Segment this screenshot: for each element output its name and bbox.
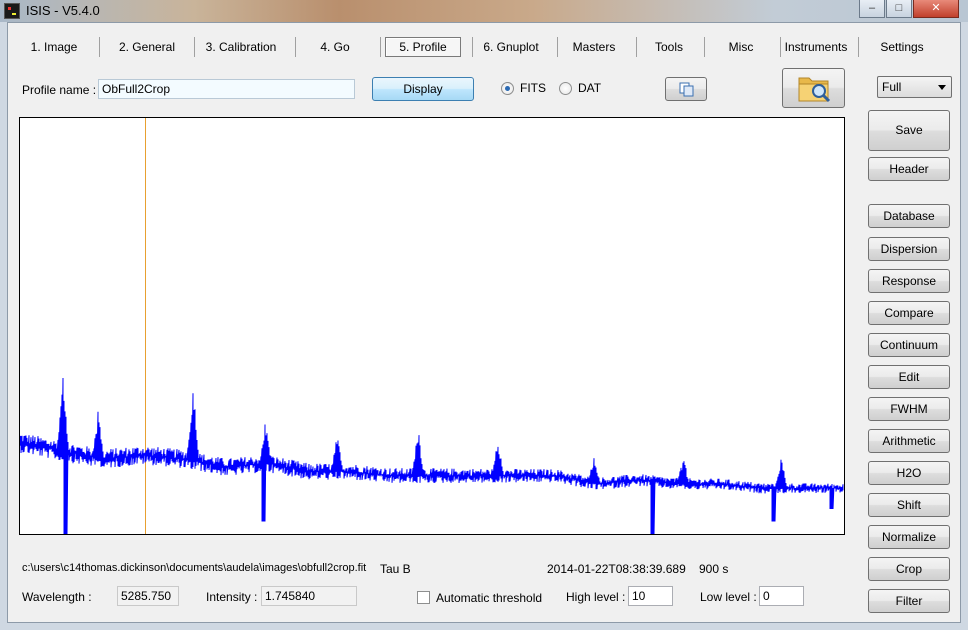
spectrum-line <box>20 377 844 534</box>
arithmetic-button[interactable]: Arithmetic <box>868 429 950 453</box>
tab-separator <box>557 37 558 57</box>
tab-separator <box>858 37 859 57</box>
open-folder-button[interactable] <box>782 68 845 108</box>
header-button[interactable]: Header <box>868 157 950 181</box>
file-path: c:\users\c14thomas.dickinson\documents\a… <box>22 562 367 574</box>
crop-button[interactable]: Crop <box>868 557 950 581</box>
h2o-button[interactable]: H2O <box>868 461 950 485</box>
tab-separator <box>636 37 637 57</box>
folder-search-icon <box>798 77 831 103</box>
tab-separator <box>295 37 296 57</box>
dispersion-button[interactable]: Dispersion <box>868 237 950 261</box>
response-button[interactable]: Response <box>868 269 950 293</box>
tab-separator <box>704 37 705 57</box>
tab-settings[interactable]: Settings <box>874 36 930 58</box>
radio-dat[interactable] <box>559 82 572 95</box>
low-level-label: Low level : <box>700 590 757 604</box>
database-button[interactable]: Database <box>868 204 950 228</box>
edit-button[interactable]: Edit <box>868 365 950 389</box>
save-button[interactable]: Save <box>868 110 950 151</box>
intensity-label: Intensity : <box>206 590 258 604</box>
tab-bar: 1. Image 2. General 3. Calibration 4. Go… <box>8 23 962 67</box>
tab-profile[interactable]: 5. Profile <box>385 37 461 57</box>
title-bar: ISIS - V5.4.0 – □ ✕ <box>0 0 968 22</box>
tab-separator <box>380 37 381 57</box>
chevron-down-icon <box>938 85 946 90</box>
tab-separator <box>780 37 781 57</box>
spectrum-plot[interactable] <box>19 117 845 535</box>
compare-button[interactable]: Compare <box>868 301 950 325</box>
window-title: ISIS - V5.4.0 <box>26 3 100 18</box>
copy-icon <box>679 82 694 97</box>
fwhm-button[interactable]: FWHM <box>868 397 950 421</box>
copy-button[interactable] <box>665 77 707 101</box>
shift-button[interactable]: Shift <box>868 493 950 517</box>
radio-fits[interactable] <box>501 82 514 95</box>
tab-general[interactable]: 2. General <box>106 36 188 58</box>
radio-dat-label: DAT <box>578 81 602 95</box>
tab-calibration[interactable]: 3. Calibration <box>200 36 282 58</box>
tab-separator <box>99 37 100 57</box>
exposure-time: 900 s <box>699 562 729 576</box>
tab-gnuplot[interactable]: 6. Gnuplot <box>477 36 545 58</box>
tab-separator <box>194 37 195 57</box>
app-icon <box>4 3 20 19</box>
tab-go[interactable]: 4. Go <box>302 36 368 58</box>
automatic-threshold-checkbox[interactable] <box>417 591 430 604</box>
zoom-select[interactable]: Full <box>877 76 952 98</box>
tab-tools[interactable]: Tools <box>642 36 696 58</box>
normalize-button[interactable]: Normalize <box>868 525 950 549</box>
observation-date: 2014-01-22T08:38:39.689 <box>547 562 686 576</box>
profile-name-input[interactable]: ObFull2Crop <box>98 79 355 99</box>
close-button[interactable]: ✕ <box>913 0 959 18</box>
maximize-button[interactable]: □ <box>886 0 912 18</box>
spectrum-chart[interactable] <box>20 118 844 534</box>
display-button[interactable]: Display <box>372 77 474 101</box>
tab-misc[interactable]: Misc <box>710 36 772 58</box>
main-window: 1. Image 2. General 3. Calibration 4. Go… <box>7 22 961 623</box>
low-level-input[interactable]: 0 <box>759 586 804 606</box>
filter-button[interactable]: Filter <box>868 589 950 613</box>
intensity-value: 1.745840 <box>261 586 357 606</box>
tab-masters[interactable]: Masters <box>563 36 625 58</box>
high-level-input[interactable]: 10 <box>628 586 673 606</box>
tab-image[interactable]: 1. Image <box>16 36 92 58</box>
tab-separator <box>472 37 473 57</box>
radio-fits-label: FITS <box>520 81 546 95</box>
high-level-label: High level : <box>566 590 626 604</box>
wavelength-label: Wavelength : <box>22 590 92 604</box>
minimize-button[interactable]: – <box>859 0 885 18</box>
automatic-threshold-label: Automatic threshold <box>436 591 543 605</box>
zoom-select-value: Full <box>882 80 902 94</box>
object-name: Tau B <box>380 562 411 576</box>
profile-name-label: Profile name : <box>22 83 97 97</box>
continuum-button[interactable]: Continuum <box>868 333 950 357</box>
wavelength-value: 5285.750 <box>117 586 179 606</box>
tab-instruments[interactable]: Instruments <box>784 36 848 58</box>
